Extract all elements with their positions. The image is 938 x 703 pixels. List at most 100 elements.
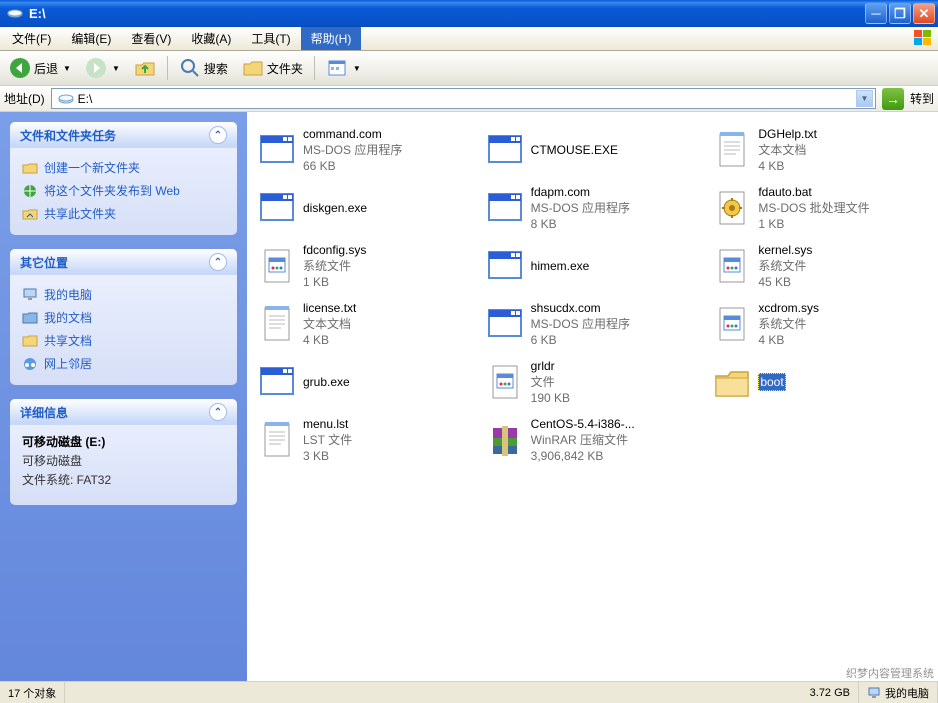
file-name: xcdrom.sys — [758, 300, 819, 316]
menu-edit[interactable]: 编辑(E) — [61, 27, 121, 50]
file-name: CTMOUSE.EXE — [531, 142, 618, 158]
link-label: 共享此文件夹 — [44, 205, 116, 222]
exe-file-icon — [483, 186, 527, 230]
file-name: fdconfig.sys — [303, 242, 366, 258]
folders-label: 文件夹 — [267, 60, 303, 77]
file-info: license.txt文本文档4 KB — [303, 300, 356, 349]
sidebar-link-network[interactable]: 网上邻居 — [22, 352, 225, 375]
file-item[interactable]: fdconfig.sys系统文件1 KB — [253, 238, 477, 294]
file-item[interactable]: xcdrom.sys系统文件4 KB — [708, 296, 932, 352]
details-body: 可移动磁盘 (E:) 可移动磁盘 文件系统: FAT32 — [10, 425, 237, 505]
folders-button[interactable]: 文件夹 — [237, 54, 308, 82]
file-desc: 系统文件 — [303, 258, 366, 274]
panel-header[interactable]: 文件和文件夹任务 ⌃ — [10, 122, 237, 148]
back-label: 后退 — [34, 60, 58, 77]
file-name: license.txt — [303, 300, 356, 316]
file-size: 45 KB — [758, 274, 812, 290]
file-desc: MS-DOS 应用程序 — [531, 200, 630, 216]
exe-file-icon — [255, 360, 299, 404]
menu-file[interactable]: 文件(F) — [2, 27, 61, 50]
file-item[interactable]: CTMOUSE.EXE — [481, 122, 705, 178]
file-info: fdauto.batMS-DOS 批处理文件1 KB — [758, 184, 869, 233]
panel-header[interactable]: 其它位置 ⌃ — [10, 249, 237, 275]
menu-help[interactable]: 帮助(H) — [301, 27, 362, 50]
sidebar-link-publish-web[interactable]: 将这个文件夹发布到 Web — [22, 179, 225, 202]
search-button[interactable]: 搜索 — [174, 54, 233, 82]
my-computer-icon — [22, 287, 38, 303]
file-desc: MS-DOS 应用程序 — [531, 316, 630, 332]
chevron-down-icon: ▼ — [112, 64, 120, 73]
file-item[interactable]: command.comMS-DOS 应用程序66 KB — [253, 122, 477, 178]
file-item[interactable]: kernel.sys系统文件45 KB — [708, 238, 932, 294]
minimize-button[interactable]: ─ — [865, 3, 887, 24]
back-button[interactable]: 后退 ▼ — [4, 54, 76, 82]
sidebar-link-my-documents[interactable]: 我的文档 — [22, 306, 225, 329]
file-info: command.comMS-DOS 应用程序66 KB — [303, 126, 402, 175]
file-size: 3 KB — [303, 448, 352, 464]
sidebar-link-my-computer[interactable]: 我的电脑 — [22, 283, 225, 306]
address-field[interactable]: E:\ ▼ — [51, 88, 876, 109]
file-info: fdapm.comMS-DOS 应用程序8 KB — [531, 184, 630, 233]
status-bar: 17 个对象 3.72 GB 我的电脑 — [0, 681, 938, 703]
file-item[interactable]: menu.lstLST 文件3 KB — [253, 412, 477, 468]
drive-icon — [58, 91, 74, 107]
file-item[interactable]: grub.exe — [253, 354, 477, 410]
file-item[interactable]: diskgen.exe — [253, 180, 477, 236]
forward-button[interactable]: ▼ — [80, 54, 125, 82]
sidebar-link-shared-docs[interactable]: 共享文档 — [22, 329, 225, 352]
file-name: menu.lst — [303, 416, 352, 432]
file-item[interactable]: fdauto.batMS-DOS 批处理文件1 KB — [708, 180, 932, 236]
file-name: boot — [758, 373, 785, 391]
file-item[interactable]: DGHelp.txt文本文档4 KB — [708, 122, 932, 178]
file-item[interactable]: himem.exe — [481, 238, 705, 294]
chevron-down-icon: ▼ — [63, 64, 71, 73]
panel-details: 详细信息 ⌃ 可移动磁盘 (E:) 可移动磁盘 文件系统: FAT32 — [10, 399, 237, 505]
file-item[interactable]: shsucdx.comMS-DOS 应用程序6 KB — [481, 296, 705, 352]
file-desc: 系统文件 — [758, 258, 812, 274]
panel-header[interactable]: 详细信息 ⌃ — [10, 399, 237, 425]
sys-file-icon — [710, 302, 754, 346]
file-desc: MS-DOS 应用程序 — [303, 142, 402, 158]
maximize-button[interactable]: ❐ — [889, 3, 911, 24]
share-icon — [22, 206, 38, 222]
collapse-icon[interactable]: ⌃ — [209, 403, 227, 421]
file-name: fdapm.com — [531, 184, 630, 200]
exe-file-icon — [255, 186, 299, 230]
exe-file-icon — [483, 244, 527, 288]
address-dropdown-icon[interactable]: ▼ — [856, 90, 873, 107]
rar-file-icon — [483, 418, 527, 462]
publish-web-icon — [22, 183, 38, 199]
folder-file-icon — [710, 360, 754, 404]
status-size: 3.72 GB — [802, 682, 859, 703]
windows-logo-icon — [912, 28, 934, 48]
menu-view[interactable]: 查看(V) — [121, 27, 181, 50]
exe-file-icon — [255, 128, 299, 172]
up-button[interactable] — [129, 54, 161, 82]
menu-favorites[interactable]: 收藏(A) — [181, 27, 241, 50]
main-area: 文件和文件夹任务 ⌃ 创建一个新文件夹将这个文件夹发布到 Web 共享此文件夹 其… — [0, 112, 938, 681]
file-info: DGHelp.txt文本文档4 KB — [758, 126, 817, 175]
file-item[interactable]: license.txt文本文档4 KB — [253, 296, 477, 352]
file-item[interactable]: CentOS-5.4-i386-...WinRAR 压缩文件3,906,842 … — [481, 412, 705, 468]
detail-filesystem: 文件系统: FAT32 — [22, 473, 111, 487]
exe-file-icon — [483, 302, 527, 346]
watermark-text: 织梦内容管理系统 — [846, 665, 934, 681]
go-button[interactable]: → — [882, 88, 904, 110]
views-button[interactable]: ▼ — [321, 54, 366, 82]
close-button[interactable]: ✕ — [913, 3, 935, 24]
detail-drive-type: 可移动磁盘 — [22, 454, 82, 468]
file-item[interactable]: boot — [708, 354, 932, 410]
separator — [167, 56, 168, 80]
collapse-icon[interactable]: ⌃ — [209, 253, 227, 271]
file-item[interactable]: fdapm.comMS-DOS 应用程序8 KB — [481, 180, 705, 236]
address-bar: 地址(D) E:\ ▼ → 转到 — [0, 86, 938, 112]
menu-bar: 文件(F) 编辑(E) 查看(V) 收藏(A) 工具(T) 帮助(H) — [0, 27, 938, 51]
sidebar-link-new-folder[interactable]: 创建一个新文件夹 — [22, 156, 225, 179]
drive-icon — [7, 6, 23, 22]
sidebar-link-share[interactable]: 共享此文件夹 — [22, 202, 225, 225]
file-item[interactable]: grldr文件190 KB — [481, 354, 705, 410]
file-info: CentOS-5.4-i386-...WinRAR 压缩文件3,906,842 … — [531, 416, 635, 465]
panel-file-tasks: 文件和文件夹任务 ⌃ 创建一个新文件夹将这个文件夹发布到 Web 共享此文件夹 — [10, 122, 237, 235]
collapse-icon[interactable]: ⌃ — [209, 126, 227, 144]
menu-tools[interactable]: 工具(T) — [241, 27, 300, 50]
